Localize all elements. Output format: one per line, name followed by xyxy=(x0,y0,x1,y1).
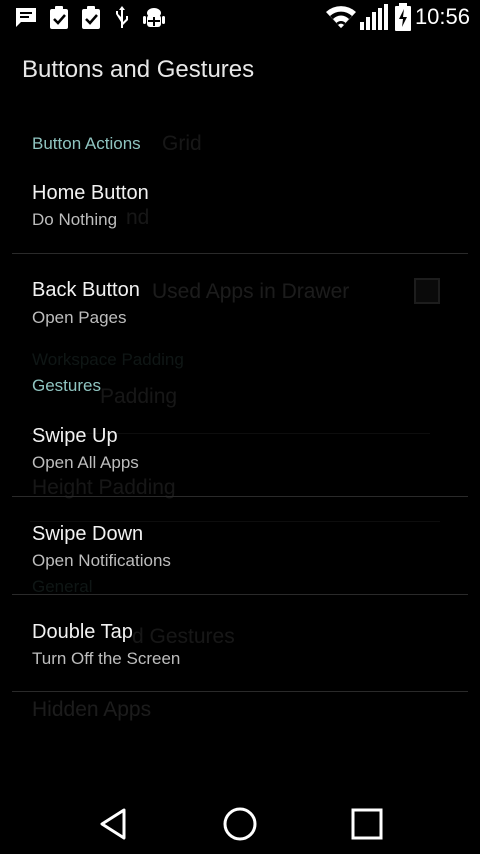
pref-summary: Open Pages xyxy=(32,308,127,327)
section-header-button-actions: Button Actions xyxy=(32,134,141,153)
divider xyxy=(12,496,468,497)
pref-item-back-button[interactable]: Back Button Open Pages xyxy=(0,270,480,366)
divider xyxy=(12,691,468,692)
pref-summary: Turn Off the Screen xyxy=(32,649,181,668)
usb-icon xyxy=(116,6,128,28)
divider xyxy=(12,594,468,595)
ghost-text: Padding xyxy=(100,385,178,408)
wifi-icon xyxy=(326,6,356,28)
message-icon xyxy=(16,8,36,27)
signal-icon xyxy=(360,4,388,30)
recents-icon[interactable] xyxy=(347,804,387,844)
pref-summary: Open All Apps xyxy=(32,453,139,472)
status-bar: 10:56 xyxy=(0,0,480,36)
section-header-gestures: Gestures xyxy=(32,376,101,395)
page-title: Buttons and Gestures xyxy=(22,56,255,83)
back-icon[interactable] xyxy=(94,804,134,844)
clock: 10:56 xyxy=(414,4,470,29)
pref-title: Back Button xyxy=(32,279,140,301)
clipboard-check-icon xyxy=(82,6,100,29)
pref-item-double-tap[interactable]: Double Tap Turn Off the Screen xyxy=(0,611,480,707)
clipboard-check-icon xyxy=(50,6,68,29)
divider xyxy=(12,253,468,254)
pref-title: Home Button xyxy=(32,182,149,204)
pref-title: Swipe Up xyxy=(32,425,118,447)
pref-summary: Do Nothing xyxy=(32,210,118,229)
battery-charging-icon xyxy=(395,3,411,31)
pref-summary: Open Notifications xyxy=(32,551,171,570)
ghost-text: Grid xyxy=(162,132,202,155)
navigation-bar xyxy=(0,790,480,854)
pref-title: Double Tap xyxy=(32,621,133,643)
home-icon[interactable] xyxy=(220,804,260,844)
pref-title: Swipe Down xyxy=(32,523,144,545)
android-debug-icon xyxy=(143,8,165,27)
